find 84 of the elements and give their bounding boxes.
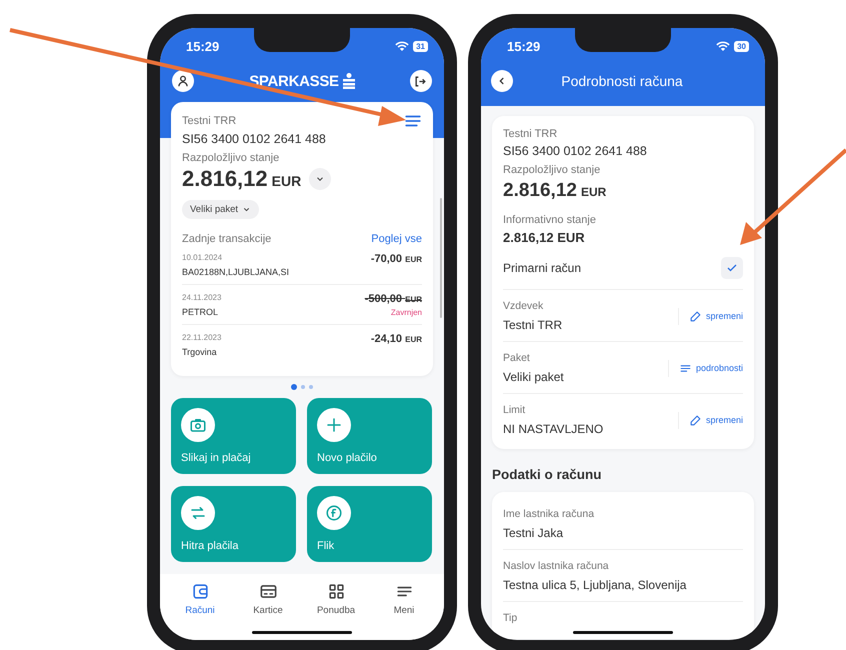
- logout-icon: [414, 74, 428, 88]
- info-balance-label: Informativno stanje: [503, 214, 597, 226]
- primary-account-label: Primarni račun: [503, 261, 582, 275]
- edit-button[interactable]: spremeni: [678, 308, 743, 324]
- back-button[interactable]: [491, 70, 513, 92]
- wallet-icon: [190, 582, 210, 601]
- field-label: Naslov lastnika računa: [503, 560, 610, 572]
- menu-icon[interactable]: [404, 114, 422, 128]
- transaction-row[interactable]: 10.01.2024 BA02188N,LJUBLJANA,SI -70,00 EUR: [182, 245, 422, 285]
- transaction-amount: -24,10 EUR: [370, 333, 422, 345]
- pager-dot[interactable]: [309, 385, 313, 389]
- balance-amount: 2.816,12 EUR: [503, 180, 608, 202]
- wifi-icon: [716, 41, 730, 51]
- tile-label: Flik: [317, 540, 334, 552]
- transaction-date: 10.01.2024: [182, 253, 224, 262]
- transaction-amount: -70,00 EUR: [370, 253, 422, 265]
- transaction-description: BA02188N,LJUBLJANA,SI: [182, 267, 290, 277]
- account-iban: SI56 3400 0102 2641 488: [503, 144, 648, 158]
- profile-button[interactable]: [172, 70, 194, 92]
- pencil-icon: [688, 414, 702, 426]
- field-value: Testni TRR: [503, 318, 562, 332]
- status-time: 15:29: [507, 38, 540, 54]
- coin-icon: [325, 504, 343, 522]
- field-value: Veliki paket: [503, 370, 564, 384]
- info-balance-amount: 2.816,12 EUR: [503, 230, 586, 245]
- field-value: NI NASTAVLJENO: [503, 422, 604, 436]
- check-icon: [726, 262, 738, 274]
- action-tile[interactable]: Hitra plačila: [171, 486, 296, 562]
- field-label: Vzdevek: [503, 300, 544, 312]
- tile-label: Novo plačilo: [317, 452, 377, 464]
- field-label: Tip: [503, 612, 518, 624]
- card-icon: [258, 582, 278, 601]
- field-label: Paket: [503, 352, 531, 364]
- chevron-down-icon: [242, 205, 252, 214]
- action-tile[interactable]: Slikaj in plačaj: [171, 398, 296, 474]
- view-all-link[interactable]: Poglej vse: [371, 233, 422, 245]
- plus-icon: [325, 416, 343, 434]
- person-icon: [176, 74, 190, 88]
- transaction-description: Trgovina: [182, 347, 218, 357]
- swap-arrows-icon: [189, 504, 207, 522]
- tile-label: Slikaj in plačaj: [181, 452, 251, 464]
- action-tile[interactable]: Novo plačilo: [307, 398, 432, 474]
- logo-icon: [342, 73, 355, 89]
- brand-logo-text: SPARKASSE: [249, 72, 339, 90]
- screen-title: Podrobnosti računa: [560, 73, 684, 89]
- account-name: Testni TRR: [503, 128, 558, 140]
- pencil-icon: [688, 310, 702, 322]
- tab-item[interactable]: Meni: [379, 582, 429, 616]
- primary-checkbox[interactable]: [721, 257, 743, 279]
- field-value: Testna ulica 5, Ljubljana, Slovenija: [503, 578, 688, 592]
- account-iban: SI56 3400 0102 2641 488: [182, 132, 327, 146]
- balance-amount: 2.816,12 EUR: [182, 166, 302, 192]
- transaction-date: 22.11.2023: [182, 333, 222, 342]
- pager-dot[interactable]: [291, 384, 297, 390]
- transaction-status: Zavrnjen: [390, 308, 422, 317]
- section-label: Zadnje transakcije: [182, 233, 272, 245]
- tab-item[interactable]: Računi: [175, 582, 225, 616]
- transaction-amount: -500,00 EUR: [364, 293, 422, 305]
- transaction-row[interactable]: 22.11.2023 Trgovina -24,10 EUR: [182, 325, 422, 364]
- transaction-date: 24.11.2023: [182, 293, 222, 302]
- field-label: Limit: [503, 404, 526, 416]
- balance-label: Razpoložljivo stanje: [503, 164, 602, 176]
- logout-button[interactable]: [410, 70, 432, 92]
- pager-dot[interactable]: [301, 385, 305, 389]
- tab-item[interactable]: Ponudba: [311, 582, 361, 616]
- wifi-icon: [395, 41, 410, 51]
- balance-label: Razpoložljivo stanje: [182, 152, 280, 164]
- battery-indicator: 31: [413, 40, 428, 52]
- section-heading: Podatki o računu: [491, 466, 603, 484]
- field-value: Testni Jaka: [503, 526, 564, 540]
- account-name: Testni TRR: [182, 115, 236, 127]
- action-tile[interactable]: Flik: [307, 486, 432, 562]
- details-button[interactable]: podrobnosti: [668, 360, 743, 376]
- battery-indicator: 30: [734, 40, 749, 52]
- package-chip[interactable]: Veliki paket: [182, 200, 260, 219]
- tab-item[interactable]: Kartice: [243, 582, 293, 616]
- field-label: Ime lastnika računa: [503, 508, 596, 520]
- transaction-description: PETROL: [182, 307, 220, 317]
- transaction-row[interactable]: 24.11.2023 PETROL -500,00 EUR Zavrnjen: [182, 285, 422, 325]
- camera-icon: [189, 416, 207, 434]
- tile-label: Hitra plačila: [181, 540, 238, 552]
- grid-icon: [326, 582, 346, 601]
- status-time: 15:29: [186, 38, 220, 54]
- edit-button[interactable]: spremeni: [678, 412, 743, 428]
